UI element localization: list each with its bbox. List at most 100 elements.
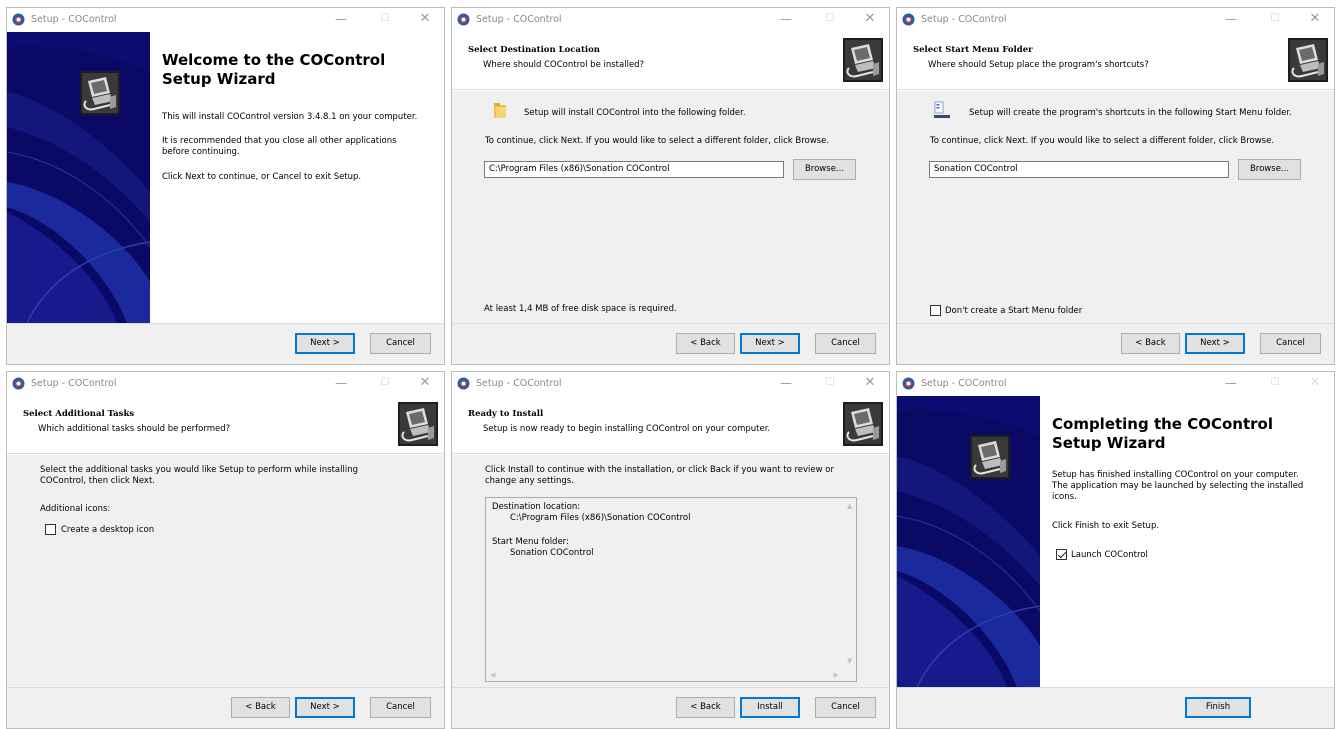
text-line: icons. [1052, 492, 1077, 502]
start-menu-label: Start Menu folder: [492, 537, 569, 547]
page-title: Completing the COControl Setup Wizard [1052, 415, 1273, 453]
welcome-text-3: Click Next to continue, or Cancel to exi… [162, 172, 362, 182]
destination-path-input[interactable]: C:\Program Files (x86)\Sonation COContro… [484, 161, 784, 178]
page-subtitle: Where should Setup place the program's s… [928, 60, 1149, 70]
back-button[interactable]: < Back [676, 697, 735, 718]
button-bar: Finish [897, 687, 1334, 728]
finished-text-1: Setup has finished installing COControl … [1052, 470, 1303, 503]
text-line: change any settings. [485, 476, 574, 486]
next-button[interactable]: Next > [740, 333, 800, 354]
app-icon [12, 377, 25, 390]
title-bar[interactable]: Setup - COControl — ☐ ✕ [897, 372, 1334, 396]
vertical-scrollbar[interactable]: ▲ ▼ [843, 498, 856, 681]
title-bar[interactable]: Setup - COControl — ☐ ✕ [7, 8, 444, 32]
scroll-right-icon[interactable]: ▶ [834, 671, 839, 679]
minimize-icon[interactable]: — [773, 374, 799, 392]
start-menu-folder-input[interactable]: Sonation COControl [929, 161, 1229, 178]
launch-checkbox[interactable] [1056, 549, 1067, 560]
horizontal-scrollbar[interactable]: ◀ ▶ [486, 668, 843, 681]
minimize-icon[interactable]: — [773, 10, 799, 28]
title-line-1: Completing the COControl [1052, 415, 1273, 433]
cancel-button[interactable]: Cancel [1260, 333, 1321, 354]
finish-button[interactable]: Finish [1185, 697, 1251, 718]
welcome-text-1: This will install COControl version 3.4.… [162, 112, 418, 122]
next-button[interactable]: Next > [295, 697, 355, 718]
start-menu-icon [934, 101, 950, 118]
page-body: Setup will install COControl into the fo… [452, 91, 889, 323]
setup-window-destination: Setup - COControl — ☐ ✕ Select Destinati… [451, 7, 890, 365]
setup-window-start-menu: Setup - COControl — ☐ ✕ Select Start Men… [896, 7, 1335, 365]
app-icon [902, 377, 915, 390]
close-icon[interactable]: ✕ [412, 374, 438, 392]
title-line-2: Setup Wizard [1052, 434, 1166, 452]
close-icon[interactable]: ✕ [1302, 10, 1328, 28]
computer-logo-icon [398, 402, 438, 446]
computer-logo-icon [843, 402, 883, 446]
title-line-1: Welcome to the COControl [162, 51, 386, 69]
destination-value: C:\Program Files (x86)\Sonation COContro… [510, 513, 691, 523]
window-title: Setup - COControl [31, 378, 117, 389]
cancel-button[interactable]: Cancel [370, 697, 431, 718]
app-icon [457, 377, 470, 390]
title-bar[interactable]: Setup - COControl — ☐ ✕ [452, 8, 889, 32]
minimize-icon[interactable]: — [328, 10, 354, 28]
text-line: Click Install to continue with the insta… [485, 465, 834, 475]
window-title: Setup - COControl [921, 14, 1007, 25]
close-icon[interactable]: ✕ [857, 10, 883, 28]
window-title: Setup - COControl [476, 378, 562, 389]
info-text: Setup will install COControl into the fo… [524, 108, 746, 118]
maximize-icon: ☐ [825, 377, 835, 388]
title-bar[interactable]: Setup - COControl — ☐ ✕ [452, 372, 889, 396]
maximize-icon: ☐ [380, 377, 390, 388]
scroll-down-icon[interactable]: ▼ [847, 657, 852, 665]
window-title: Setup - COControl [476, 14, 562, 25]
button-bar: < Back Install Cancel [452, 687, 889, 728]
minimize-icon[interactable]: — [328, 374, 354, 392]
finished-text-2: Click Finish to exit Setup. [1052, 521, 1160, 531]
start-menu-value: Sonation COControl [510, 548, 594, 558]
computer-logo-icon [970, 435, 1010, 479]
title-bar[interactable]: Setup - COControl — ☐ ✕ [7, 372, 444, 396]
page-header: Select Additional Tasks Which additional… [7, 396, 444, 454]
wizard-sidebar-image [7, 32, 150, 323]
scroll-up-icon[interactable]: ▲ [847, 502, 852, 510]
cancel-button[interactable]: Cancel [815, 697, 876, 718]
setup-window-welcome: Setup - COControl — ☐ ✕ Welcome to the C… [6, 7, 445, 365]
maximize-icon: ☐ [380, 13, 390, 24]
instruction-text: To continue, click Next. If you would li… [485, 136, 830, 146]
page-body: Select the additional tasks you would li… [7, 455, 444, 687]
minimize-icon[interactable]: — [1218, 374, 1244, 392]
setup-window-finished: Setup - COControl — ☐ ✕ Completing the C… [896, 371, 1335, 729]
maximize-icon: ☐ [1270, 13, 1280, 24]
back-button[interactable]: < Back [231, 697, 290, 718]
destination-label: Destination location: [492, 502, 581, 512]
additional-icons-label: Additional icons: [40, 504, 111, 514]
browse-button[interactable]: Browse... [1238, 159, 1301, 180]
page-subtitle: Which additional tasks should be perform… [38, 424, 231, 434]
back-button[interactable]: < Back [1121, 333, 1180, 354]
no-start-menu-folder-checkbox[interactable] [930, 305, 941, 316]
scroll-left-icon[interactable]: ◀ [490, 671, 495, 679]
page-body: Setup will create the program's shortcut… [897, 91, 1334, 323]
setup-window-tasks: Setup - COControl — ☐ ✕ Select Additiona… [6, 371, 445, 729]
setup-window-ready: Setup - COControl — ☐ ✕ Ready to Install… [451, 371, 890, 729]
desktop-icon-checkbox[interactable] [45, 524, 56, 535]
minimize-icon[interactable]: — [1218, 10, 1244, 28]
next-button[interactable]: Next > [295, 333, 355, 354]
welcome-content: Welcome to the COControl Setup Wizard Th… [150, 32, 444, 323]
close-icon[interactable]: ✕ [857, 374, 883, 392]
title-bar[interactable]: Setup - COControl — ☐ ✕ [897, 8, 1334, 32]
cancel-button[interactable]: Cancel [815, 333, 876, 354]
app-icon [12, 13, 25, 26]
browse-button[interactable]: Browse... [793, 159, 856, 180]
next-button[interactable]: Next > [1185, 333, 1245, 354]
wizard-sidebar-image [897, 396, 1040, 687]
close-icon[interactable]: ✕ [412, 10, 438, 28]
page-title: Select Additional Tasks [23, 409, 135, 419]
install-button[interactable]: Install [740, 697, 800, 718]
back-button[interactable]: < Back [676, 333, 735, 354]
text-line: The application may be launched by selec… [1052, 481, 1304, 491]
summary-memo[interactable]: Destination location: C:\Program Files (… [485, 497, 857, 682]
cancel-button[interactable]: Cancel [370, 333, 431, 354]
page-subtitle: Where should COControl be installed? [483, 60, 645, 70]
